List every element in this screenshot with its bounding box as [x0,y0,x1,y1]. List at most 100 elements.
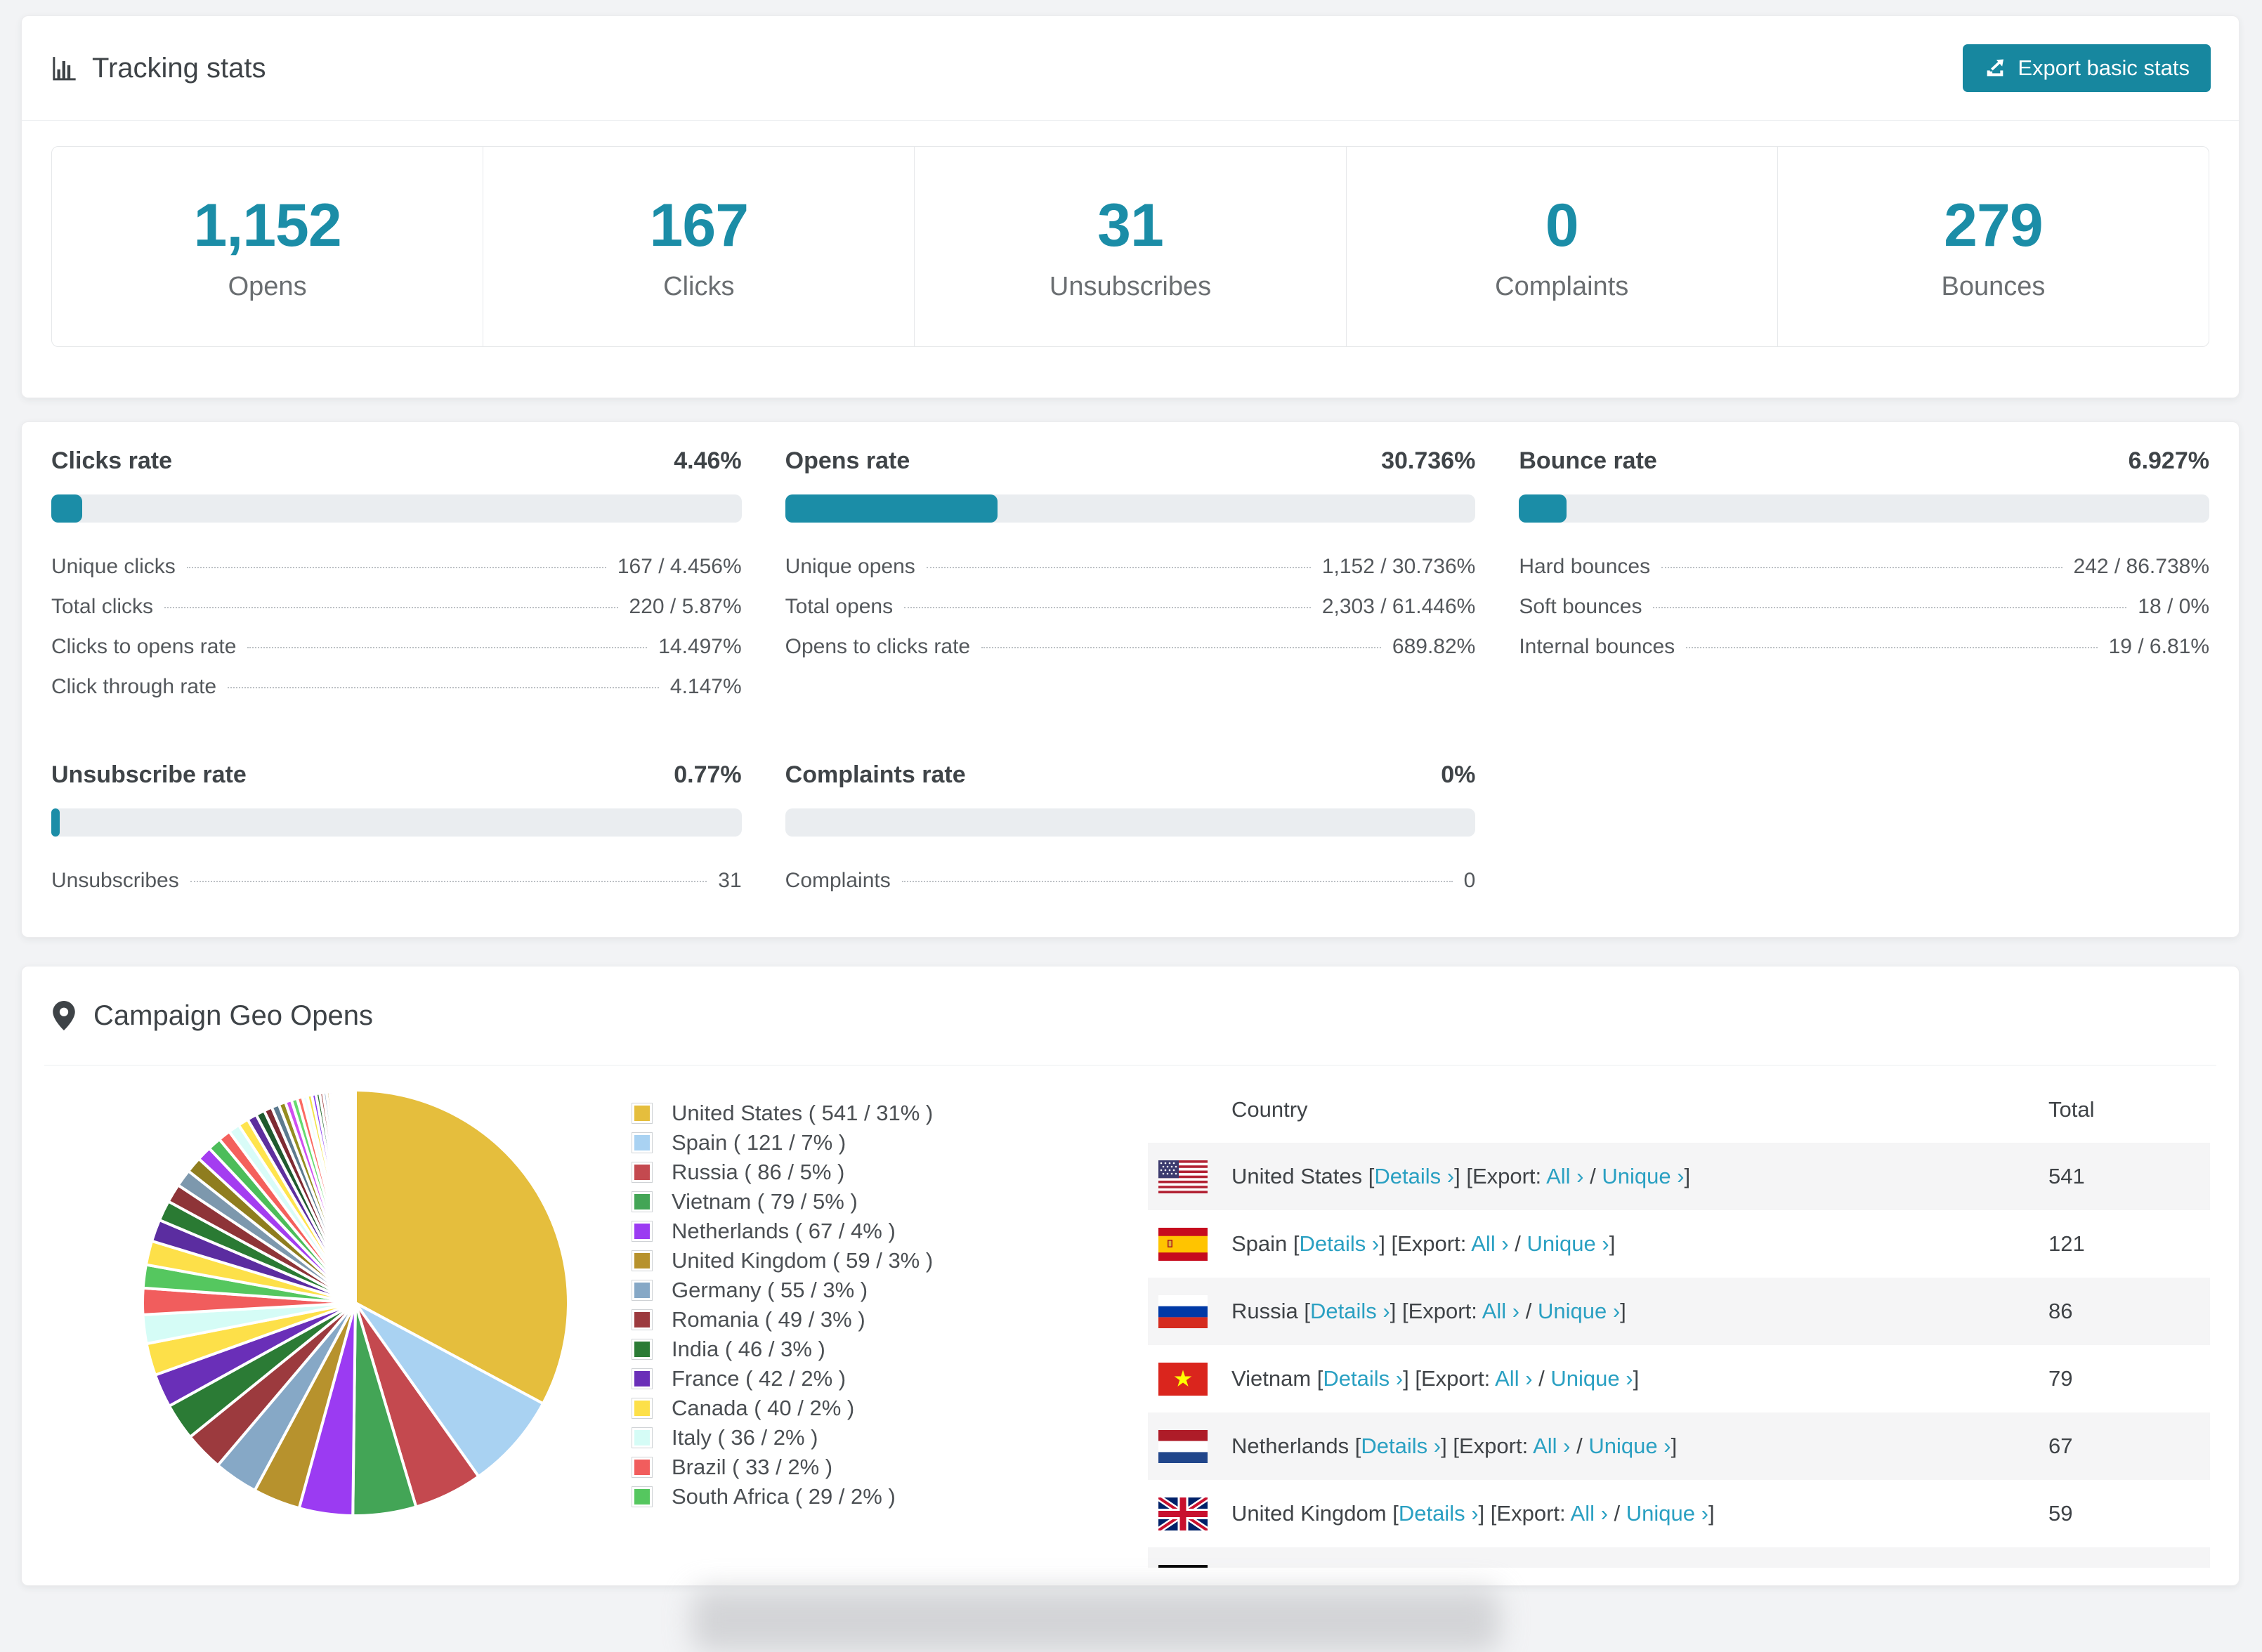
export-button-label: Export basic stats [2018,55,2190,80]
page-title: Tracking stats [92,52,266,84]
column-header-total: Total [2048,1096,2095,1122]
uk-flag [1158,1497,1208,1530]
legend-item-italy[interactable]: Italy ( 36 / 2% ) [632,1423,933,1453]
legend-item-netherlands[interactable]: Netherlands ( 67 / 4% ) [632,1217,933,1246]
campaign-geo-opens-card: Campaign Geo Opens United States ( 541 /… [21,966,2240,1586]
bounce-rate-progress-fill [1519,494,1567,523]
export-all-link[interactable]: All › [1571,1501,1608,1526]
geo-table-header: Country Total [1148,1076,2210,1143]
table-row-spain: Spain [Details ›] [Export: All › / Uniqu… [1148,1210,2210,1278]
legend-swatch [632,1309,653,1330]
details-link[interactable]: Details › [1399,1501,1479,1526]
map-pin-icon [53,1001,75,1030]
complaints-rate-section: Complaints rate 0% Complaints 0 [785,761,1476,909]
legend-item-south-africa[interactable]: South Africa ( 29 / 2% ) [632,1482,933,1512]
dotted-leader [247,647,648,648]
legend-swatch [632,1339,653,1360]
legend-swatch [632,1457,653,1478]
row-total: 79 [2048,1366,2073,1391]
unsubscribe-rate-title: Unsubscribe rate [51,761,247,788]
legend-item-france[interactable]: France ( 42 / 2% ) [632,1364,933,1394]
pie-svg[interactable] [138,1085,573,1521]
export-all-link[interactable]: All › [1482,1299,1519,1323]
export-unique-link[interactable]: Unique › [1550,1366,1633,1391]
legend-swatch [632,1368,653,1389]
legend-swatch [632,1221,653,1242]
export-unique-link[interactable]: Unique › [1626,1501,1708,1526]
page-title-wrap: Tracking stats [50,53,266,84]
table-row-vietnam: Vietnam [Details ›] [Export: All › / Uni… [1148,1345,2210,1412]
stat-bounces: 279 Bounces [1777,147,2209,346]
stat-bounces-value: 279 [1944,192,2043,259]
stat-unsubscribes-value: 31 [1097,192,1164,259]
russia-flag [1158,1294,1208,1328]
metric-row: Total clicks 220 / 5.87% [51,595,742,618]
export-all-link[interactable]: All › [1495,1366,1532,1391]
export-all-link[interactable]: All › [1471,1231,1508,1256]
stat-bounces-label: Bounces [1941,272,2046,301]
legend-swatch [632,1162,653,1183]
details-link[interactable]: Details › [1300,1231,1380,1256]
rates-card: Clicks rate 4.46% Unique clicks 167 / 4.4… [21,421,2240,938]
legend-item-brazil[interactable]: Brazil ( 33 / 2% ) [632,1453,933,1482]
export-unique-link[interactable]: Unique › [1527,1231,1609,1256]
metric-row: Unsubscribes 31 [51,869,742,892]
metric-row: Click through rate 4.147% [51,675,742,698]
legend-item-united-kingdom[interactable]: United Kingdom ( 59 / 3% ) [632,1246,933,1276]
metric-row: Clicks to opens rate 14.497% [51,635,742,658]
column-header-country: Country [1231,1096,1308,1122]
metric-row: Internal bounces 19 / 6.81% [1519,635,2209,658]
clicks-rate-value: 4.46% [674,447,742,474]
geo-header: Campaign Geo Opens [44,966,2216,1066]
legend-item-romania[interactable]: Romania ( 49 / 3% ) [632,1305,933,1335]
export-basic-stats-button[interactable]: Export basic stats [1963,44,2211,92]
metric-row: Unique clicks 167 / 4.456% [51,555,742,578]
row-total: 86 [2048,1299,2073,1323]
opens-rate-progress-fill [785,494,998,523]
netherlands-flag [1158,1429,1208,1463]
legend-swatch [632,1486,653,1507]
export-icon [1987,59,2004,77]
legend-item-india[interactable]: India ( 46 / 3% ) [632,1335,933,1364]
export-unique-link[interactable]: Unique › [1602,1164,1684,1188]
geo-title: Campaign Geo Opens [93,999,374,1031]
metric-row: Total opens 2,303 / 61.446% [785,595,1476,618]
export-unique-link[interactable]: Unique › [1538,1299,1620,1323]
summary-stats-row: 1,152 Opens 167 Clicks 31 Unsubscribes 0… [51,146,2209,347]
dotted-leader [190,881,707,882]
dotted-leader [1653,607,2127,608]
details-link[interactable]: Details › [1374,1164,1454,1188]
legend-item-vietnam[interactable]: Vietnam ( 79 / 5% ) [632,1187,933,1217]
geo-pie-chart[interactable] [138,1085,573,1521]
clicks-rate-title: Clicks rate [51,447,172,474]
dotted-leader [1686,647,2098,648]
legend-swatch [632,1427,653,1448]
export-unique-link[interactable]: Unique › [1588,1434,1671,1458]
legend-item-germany[interactable]: Germany ( 55 / 3% ) [632,1276,933,1305]
stat-complaints: 0 Complaints [1345,147,1777,346]
stat-unsubscribes: 31 Unsubscribes [914,147,1345,346]
details-link[interactable]: Details › [1361,1434,1441,1458]
geo-legend: United States ( 541 / 31% ) Spain ( 121 … [632,1099,933,1512]
export-all-link[interactable]: All › [1546,1164,1583,1188]
table-row-germany: Germany [Details ›] [Export: All › / Uni… [1148,1547,2210,1568]
legend-item-russia[interactable]: Russia ( 86 / 5% ) [632,1158,933,1187]
dotted-leader [228,687,659,688]
metric-row: Soft bounces 18 / 0% [1519,595,2209,618]
legend-item-spain[interactable]: Spain ( 121 / 7% ) [632,1128,933,1158]
legend-swatch [632,1191,653,1212]
bar-chart-icon [53,57,76,81]
metric-row: Hard bounces 242 / 86.738% [1519,555,2209,578]
clicks-rate-progress [51,494,742,523]
legend-item-canada[interactable]: Canada ( 40 / 2% ) [632,1394,933,1423]
legend-item-united-states[interactable]: United States ( 541 / 31% ) [632,1099,933,1128]
unsubscribe-rate-section: Unsubscribe rate 0.77% Unsubscribes 31 [51,761,742,909]
stat-opens-value: 1,152 [193,192,341,259]
complaints-rate-title: Complaints rate [785,761,966,788]
row-total: 67 [2048,1434,2073,1458]
legend-swatch [632,1132,653,1153]
export-all-link[interactable]: All › [1533,1434,1570,1458]
dotted-leader [1661,567,2062,568]
details-link[interactable]: Details › [1310,1299,1390,1323]
details-link[interactable]: Details › [1323,1366,1403,1391]
